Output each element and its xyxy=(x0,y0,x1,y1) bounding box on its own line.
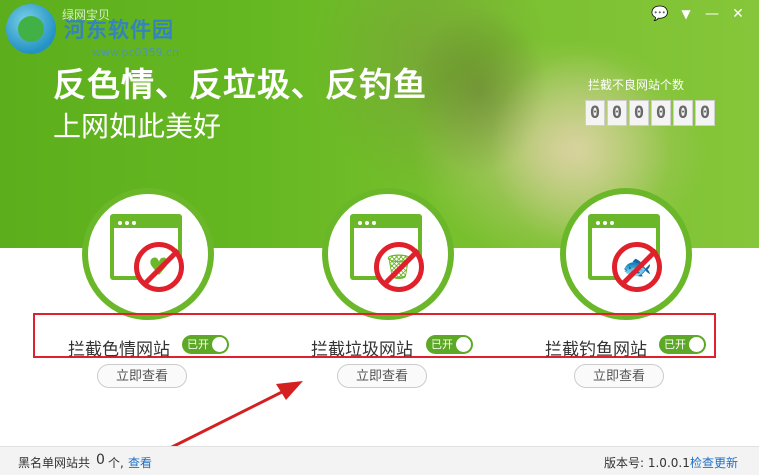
chat-icon[interactable]: 💬 xyxy=(650,6,670,22)
heart-icon: ♥ xyxy=(134,242,184,292)
blocked-counter-label: 拦截不良网站个数 xyxy=(588,78,685,92)
fish-icon: 🐟 xyxy=(612,242,662,292)
headline: 反色情、反垃圾、反钓鱼 xyxy=(53,65,427,104)
blacklist-count: 0 xyxy=(96,452,105,468)
toggle-knob xyxy=(689,337,704,352)
app-logo-icon xyxy=(6,4,56,54)
toggle-knob xyxy=(212,337,227,352)
toggle-phishing-block[interactable]: 已开 xyxy=(659,335,706,354)
counter-digit: 0 xyxy=(695,100,715,126)
feature-phishing-block: 🐟 xyxy=(560,188,692,320)
counter-digit: 0 xyxy=(651,100,671,126)
watermark: 河东软件园 xyxy=(64,17,174,42)
version-label: 版本号: 1.0.0.1 xyxy=(604,456,690,470)
toggle-state: 已开 xyxy=(664,338,686,351)
feature-label-porn: 拦截色情网站 xyxy=(68,340,170,360)
feature-porn-block: ♥ xyxy=(82,188,214,320)
counter-digit: 0 xyxy=(673,100,693,126)
view-blacklist-link[interactable]: 查看 xyxy=(128,454,152,471)
title-bar: 绿网宝贝 河东软件园 www.pc0359.cn 💬 ▼ — ✕ xyxy=(0,0,759,59)
counter-digit: 0 xyxy=(585,100,605,126)
view-phishing-button[interactable]: 立即查看 xyxy=(574,364,664,388)
menu-icon[interactable]: ▼ xyxy=(676,6,696,22)
toggle-spam-block[interactable]: 已开 xyxy=(426,335,473,354)
toggle-knob xyxy=(456,337,471,352)
counter-digit: 0 xyxy=(607,100,627,126)
close-icon[interactable]: ✕ xyxy=(728,6,748,22)
counter-digit: 0 xyxy=(629,100,649,126)
trash-icon: 🗑 xyxy=(374,242,424,292)
subline: 上网如此美好 xyxy=(53,110,222,143)
view-porn-button[interactable]: 立即查看 xyxy=(97,364,187,388)
feature-label-phishing: 拦截钓鱼网站 xyxy=(545,340,647,360)
blacklist-prefix: 黑名单网站共 xyxy=(18,456,91,470)
toggle-state: 已开 xyxy=(187,338,209,351)
blacklist-suffix: 个, xyxy=(108,456,124,470)
footer: 黑名单网站共 0 个, 查看 版本号: 1.0.0.1 检查更新 xyxy=(0,446,759,475)
toggle-state: 已开 xyxy=(431,338,453,351)
view-spam-button[interactable]: 立即查看 xyxy=(337,364,427,388)
check-update-link[interactable]: 检查更新 xyxy=(690,454,738,471)
toggle-porn-block[interactable]: 已开 xyxy=(182,335,229,354)
minimize-icon[interactable]: — xyxy=(702,6,722,22)
feature-label-spam: 拦截垃圾网站 xyxy=(311,340,413,360)
feature-spam-block: 🗑 xyxy=(322,188,454,320)
blocked-counter: 0 0 0 0 0 0 xyxy=(585,100,715,126)
